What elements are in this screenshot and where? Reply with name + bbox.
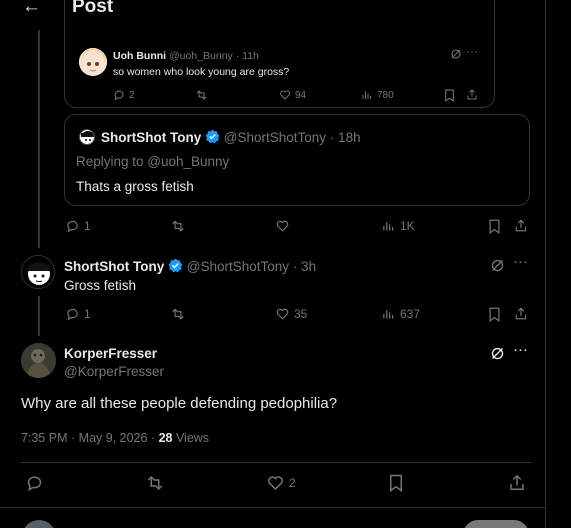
quote-text: Thats a gross fetish [76,179,194,194]
like-button[interactable] [275,219,290,233]
post-timestamp[interactable]: 7:35 PM · May 9, 2026 · [21,431,159,445]
bookmark-icon[interactable] [488,219,501,234]
reply-header: ShortShot Tony @ShortShotTony · 3h [64,258,316,274]
reply-count: 2 [129,89,135,101]
divider [0,507,545,508]
replying-to[interactable]: Replying to @uoh_Bunny [76,154,229,169]
thread-line [38,30,40,248]
divider [21,462,531,463]
repost-button[interactable] [170,307,186,321]
verified-badge-icon [205,129,220,144]
timeline-column: ← Post Uoh Bunni @uoh_Bunny · 11h so wom… [0,0,546,528]
verified-badge-icon [168,258,183,273]
repost-button[interactable] [145,474,165,492]
bookmark-icon[interactable] [388,474,404,492]
grok-icon[interactable] [450,48,462,60]
quoted-tweet-text: so women who look young are gross? [113,66,290,78]
post-meta: 7:35 PM · May 9, 2026 · 28 Views [21,431,209,445]
share-icon[interactable] [508,473,526,492]
reply-button[interactable] [25,474,44,492]
sidebar-gap [547,0,571,528]
share-icon[interactable] [514,306,528,321]
views-button[interactable]: 637 [381,307,420,321]
more-icon[interactable]: ··· [466,44,478,58]
like-count: 2 [289,476,296,490]
author-name[interactable]: KorperFresser [64,346,157,361]
analytics-icon [362,91,371,99]
more-icon[interactable]: ··· [513,341,528,358]
analytics-icon [383,309,394,319]
views-button[interactable]: 1K [381,219,415,233]
view-count: 637 [400,307,421,321]
author-name[interactable]: ShortShot Tony [64,259,164,274]
avatar[interactable] [21,343,56,378]
quoted-tweet-header: Uoh Bunni @uoh_Bunny · 11h [113,50,259,62]
grok-icon[interactable] [490,258,505,273]
reply-button[interactable]: 1 [65,219,91,233]
avatar[interactable] [79,129,95,145]
repost-button[interactable] [170,219,186,233]
repost-icon [172,220,184,232]
heart-icon [280,90,290,100]
views-label: Views [172,431,210,445]
reply-submit-button[interactable] [463,520,529,528]
reply-button[interactable]: 1 [65,307,91,321]
author-handle[interactable]: @ShortShotTony [224,130,326,145]
bookmark-icon[interactable] [488,307,501,322]
like-button[interactable]: 94 [279,89,306,101]
share-icon[interactable] [466,88,478,101]
heart-icon [268,476,283,491]
reply-text: Gross fetish [64,278,137,293]
reply-button[interactable]: 2 [113,89,135,101]
reply-icon [67,308,78,321]
heart-icon [276,308,289,320]
reply-icon [27,476,42,492]
quote-header: ShortShot Tony @ShortShotTony · 18h [101,129,361,145]
views-count: 28 [158,431,173,445]
repost-button[interactable] [195,89,208,101]
more-icon[interactable]: ··· [513,253,528,270]
avatar[interactable] [21,255,55,289]
share-icon[interactable] [514,218,528,233]
author-handle[interactable]: @uoh_Bunny [169,50,233,62]
repost-icon [172,308,184,320]
view-count: 780 [377,89,394,101]
author-handle[interactable]: @ShortShotTony [187,259,289,274]
post-time[interactable]: · 18h [330,130,361,145]
reply-icon [67,220,78,233]
grok-icon[interactable] [490,346,505,361]
reply-icon [114,90,124,101]
repost-icon [196,90,207,100]
avatar[interactable] [79,48,107,76]
quote-card[interactable]: ShortShot Tony @ShortShotTony · 18h Repl… [64,114,530,206]
bookmark-icon[interactable] [444,89,455,102]
views-button[interactable]: 780 [361,89,394,101]
reply-count: 1 [84,219,91,233]
like-count: 94 [295,89,307,101]
author-name[interactable]: ShortShot Tony [101,130,201,145]
post-text: Why are all these people defending pedop… [21,395,338,412]
back-arrow-icon[interactable]: ← [22,0,41,18]
author-name[interactable]: Uoh Bunni [113,50,166,62]
thread-line [38,296,40,336]
author-handle[interactable]: @KorperFresser [64,364,164,379]
like-button[interactable]: 35 [275,307,307,321]
like-count: 35 [294,307,308,321]
like-button[interactable]: 2 [266,474,296,492]
analytics-icon [383,221,394,231]
post-time[interactable]: · 3h [293,259,316,274]
heart-icon [276,220,289,232]
reply-count: 1 [84,307,91,321]
repost-icon [147,475,163,491]
post-time[interactable]: · 11h [236,50,259,62]
view-count: 1K [400,219,415,233]
composer-avatar[interactable] [22,520,56,528]
